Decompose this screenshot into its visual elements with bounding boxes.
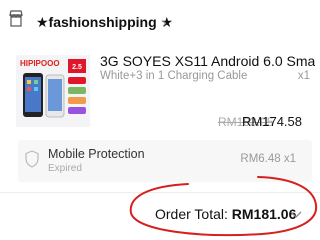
- order-total-label: Order Total:: [155, 206, 228, 222]
- shop-chevron-icon[interactable]: ›: [162, 14, 167, 30]
- chevron-down-icon[interactable]: [289, 206, 303, 218]
- shield-icon: [25, 150, 39, 168]
- product-image[interactable]: HIPIPOOO 2.5: [16, 55, 90, 127]
- product-title[interactable]: 3G SOYES XS11 Android 6.0 Sma…: [100, 53, 315, 69]
- current-price: RM174.58: [242, 114, 302, 129]
- store-icon: [8, 10, 24, 28]
- protection-status: Expired: [48, 163, 82, 174]
- product-variant: White+3 in 1 Charging Cable: [100, 70, 248, 82]
- svg-text:2.5: 2.5: [72, 64, 82, 71]
- product-quantity: x1: [297, 70, 310, 82]
- divider: [0, 192, 320, 193]
- order-total-amount: RM181.06: [231, 206, 297, 222]
- shop-name[interactable]: ★fashionshipping ★: [36, 14, 173, 31]
- protection-price: RM6.48 x1: [240, 153, 296, 165]
- shop-header[interactable]: ★fashionshipping ★ ›: [0, 0, 320, 46]
- protection-title: Mobile Protection: [48, 147, 145, 161]
- order-total[interactable]: Order Total: RM181.06: [155, 206, 296, 222]
- svg-text:HIPIPOOO: HIPIPOOO: [20, 59, 60, 68]
- mobile-protection-row[interactable]: Mobile Protection Expired RM6.48 x1: [18, 140, 312, 182]
